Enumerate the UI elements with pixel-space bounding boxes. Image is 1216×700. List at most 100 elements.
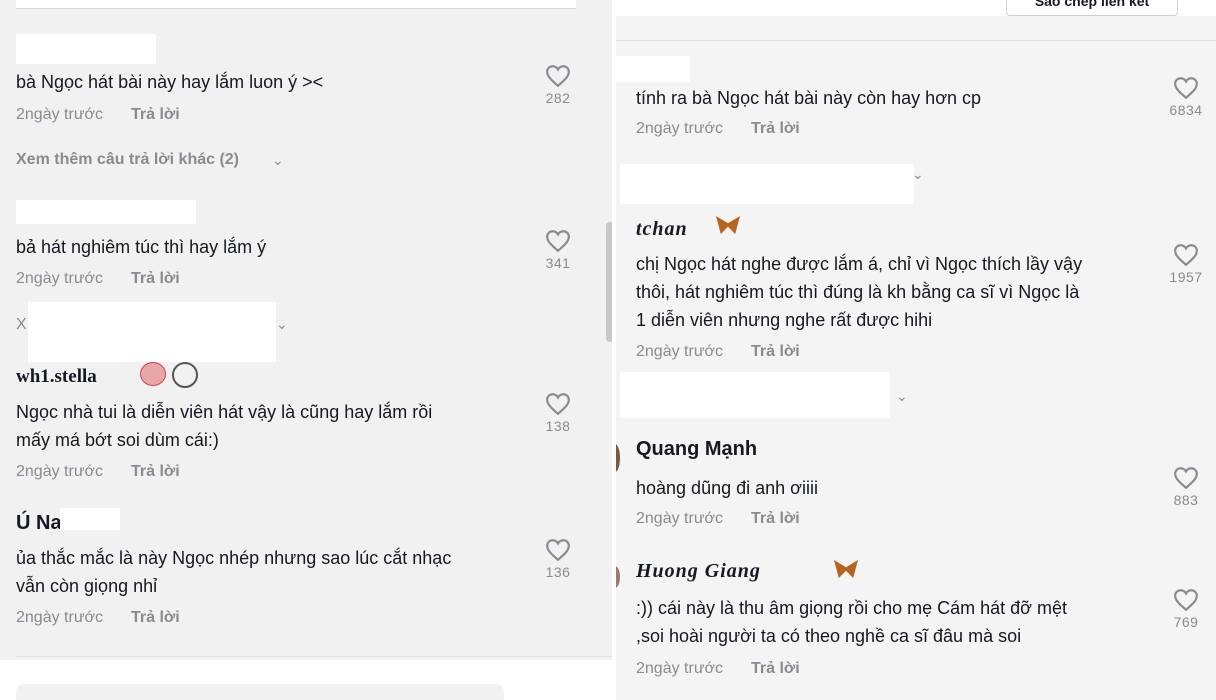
- x-label: X: [16, 316, 27, 333]
- reply-button[interactable]: Trả lời: [131, 463, 180, 480]
- view-more-replies-button[interactable]: Xem thêm câu trả lời khác (2): [16, 151, 239, 169]
- reply-button[interactable]: Trả lời: [751, 510, 800, 527]
- left-comments-panel: bà Ngọc hát bài này hay lắm luon ý >< 2n…: [0, 0, 616, 700]
- reply-button[interactable]: Trả lời: [131, 270, 180, 287]
- like-count: 769: [1173, 614, 1199, 630]
- comment-text: tính ra bà Ngọc hát bài này còn hay hơn …: [636, 88, 982, 108]
- comment-time: 2ngày trước: [636, 343, 724, 360]
- reply-button[interactable]: Trả lời: [751, 343, 800, 360]
- emoji-icon: [140, 362, 166, 386]
- right-comments-panel: Sao chép liên kết tính ra bà Ngọc hát bà…: [616, 0, 1216, 700]
- butterfly-icon: [716, 216, 740, 234]
- like-button[interactable]: 883: [1166, 466, 1206, 508]
- comment-text: mấy má bớt soi dùm cái:): [16, 430, 219, 450]
- redacted-username: [16, 200, 196, 224]
- like-button[interactable]: 6834: [1166, 76, 1206, 118]
- comment-time: 2ngày trước: [16, 609, 104, 626]
- heart-outline-icon: [546, 539, 570, 562]
- reply-button[interactable]: Trả lời: [131, 106, 180, 123]
- comment-item: Ngọc nhà tui là diễn viên hát vậy là cũn…: [16, 398, 432, 454]
- comment-item: chị Ngọc hát nghe được lắm á, chỉ vì Ngọ…: [636, 250, 1082, 334]
- comment-username[interactable]: tchan: [636, 218, 688, 241]
- chevron-down-icon[interactable]: ⌄: [272, 152, 284, 169]
- like-button[interactable]: 1957: [1166, 243, 1206, 285]
- like-count: 282: [545, 90, 571, 106]
- comment-meta: 2ngày trước Trả lời: [636, 510, 800, 528]
- redacted-username: [16, 34, 156, 64]
- comment-meta: 2ngày trước Trả lời: [16, 609, 180, 627]
- top-input-bar[interactable]: [16, 0, 576, 9]
- comment-item: tính ra bà Ngọc hát bài này còn hay hơn …: [636, 84, 981, 112]
- heart-outline-icon: [546, 393, 570, 416]
- reply-button[interactable]: Trả lời: [751, 120, 800, 137]
- reply-button[interactable]: Trả lời: [131, 609, 180, 626]
- like-count: 883: [1173, 492, 1199, 508]
- comment-input[interactable]: [16, 684, 504, 700]
- comment-text: :)) cái này là thu âm giọng rồi cho mẹ C…: [636, 598, 1067, 618]
- comment-username[interactable]: Quang Mạnh: [636, 438, 757, 461]
- like-count: 138: [545, 418, 571, 434]
- comment-time: 2ngày trước: [636, 660, 724, 677]
- comment-text: 1 diễn viên nhưng nghe rất được hihi: [636, 310, 933, 330]
- chevron-down-icon[interactable]: ⌄: [912, 166, 924, 183]
- comment-username[interactable]: wh1.stella: [16, 366, 97, 388]
- comment-text: vẫn còn giọng nhỉ: [16, 576, 158, 596]
- comment-text: bả hát nghiêm túc thì hay lắm ý: [16, 237, 267, 257]
- copy-link-button[interactable]: Sao chép liên kết: [1006, 0, 1178, 16]
- like-button[interactable]: 341: [538, 229, 578, 271]
- comment-text: chị Ngọc hát nghe được lắm á, chỉ vì Ngọ…: [636, 254, 1083, 274]
- copy-link-label: Sao chép liên kết: [1034, 0, 1150, 9]
- heart-outline-icon: [1174, 467, 1198, 490]
- comment-time: 2ngày trước: [636, 120, 724, 137]
- heart-outline-icon: [546, 230, 570, 253]
- comment-text: bà Ngọc hát bài này hay lắm luon ý ><: [16, 72, 324, 92]
- heart-outline-icon: [1174, 244, 1198, 267]
- chevron-down-icon[interactable]: ⌄: [276, 316, 288, 333]
- comment-text: Ngọc nhà tui là diễn viên hát vậy là cũn…: [16, 402, 433, 422]
- divider: [16, 656, 612, 657]
- comment-item: :)) cái này là thu âm giọng rồi cho mẹ C…: [636, 594, 1067, 650]
- redacted-block: [28, 302, 276, 362]
- comment-item: bả hát nghiêm túc thì hay lắm ý: [16, 233, 266, 261]
- like-count: 6834: [1169, 102, 1203, 118]
- avatar[interactable]: [616, 444, 620, 472]
- heart-outline-icon: [546, 65, 570, 88]
- comment-meta: 2ngày trước Trả lời: [636, 120, 800, 138]
- comment-meta: 2ngày trước Trả lời: [16, 106, 180, 124]
- like-count: 1957: [1169, 269, 1203, 285]
- like-count: 136: [545, 564, 571, 580]
- emoji-icon: [172, 362, 198, 388]
- like-button[interactable]: 769: [1166, 588, 1206, 630]
- like-button[interactable]: 138: [538, 392, 578, 434]
- comment-time: 2ngày trước: [636, 510, 724, 527]
- redacted-username: [60, 508, 120, 530]
- comment-item: ủa thắc mắc là này Ngọc nhép nhưng sao l…: [16, 544, 451, 600]
- comment-username[interactable]: Huong Giang: [636, 560, 761, 583]
- like-button[interactable]: 282: [538, 64, 578, 106]
- comment-text: ,soi hoài người ta có theo nghề ca sĩ đâ…: [636, 626, 1022, 646]
- chevron-down-icon[interactable]: ⌄: [896, 388, 908, 405]
- comment-text: ủa thắc mắc là này Ngọc nhép nhưng sao l…: [16, 548, 452, 568]
- redacted-username: [616, 56, 690, 82]
- like-count: 341: [545, 255, 571, 271]
- comment-meta: 2ngày trước Trả lời: [636, 660, 800, 678]
- redacted-block: [620, 164, 914, 204]
- avatar[interactable]: [616, 566, 620, 588]
- comment-text: hoàng dũng đi anh ơiiii: [636, 478, 818, 498]
- divider: [616, 40, 1216, 41]
- comment-time: 2ngày trước: [16, 463, 104, 480]
- redacted-block: [620, 372, 890, 418]
- comment-meta: 2ngày trước Trả lời: [636, 343, 800, 361]
- comment-meta: 2ngày trước Trả lời: [16, 270, 180, 288]
- comment-time: 2ngày trước: [16, 270, 104, 287]
- like-button[interactable]: 136: [538, 538, 578, 580]
- heart-outline-icon: [1174, 77, 1198, 100]
- comment-time: 2ngày trước: [16, 106, 104, 123]
- comment-text: thôi, hát nghiêm túc thì đúng là kh bằng…: [636, 282, 1080, 302]
- comment-item: hoàng dũng đi anh ơiiii: [636, 474, 818, 502]
- heart-outline-icon: [1174, 589, 1198, 612]
- reply-button[interactable]: Trả lời: [751, 660, 800, 677]
- butterfly-icon: [834, 560, 858, 578]
- comment-item: bà Ngọc hát bài này hay lắm luon ý ><: [16, 68, 323, 96]
- comment-meta: 2ngày trước Trả lời: [16, 463, 180, 481]
